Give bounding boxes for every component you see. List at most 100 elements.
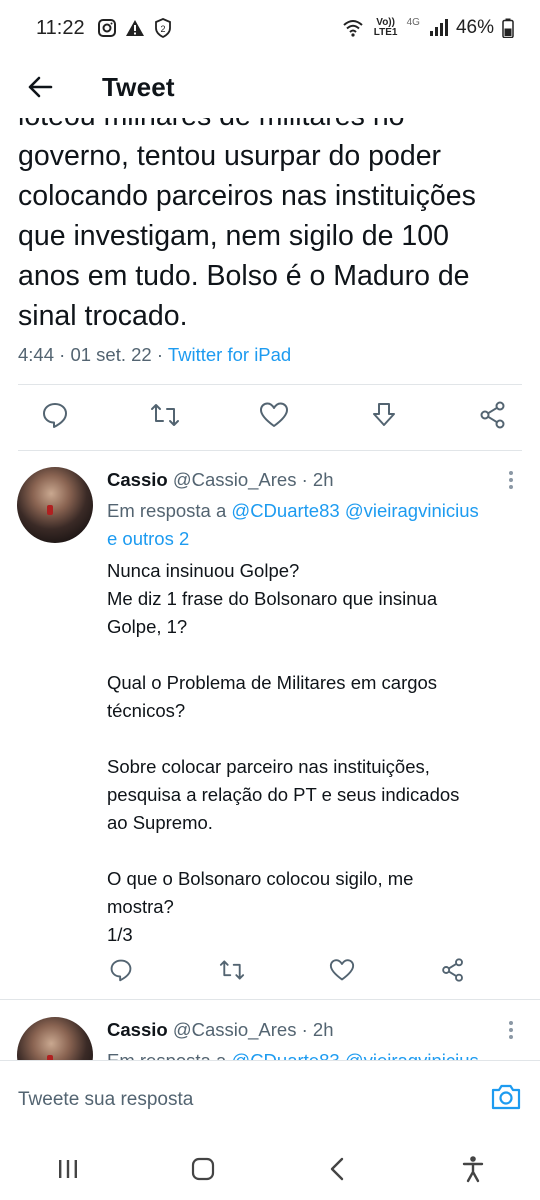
back-nav-button[interactable] (318, 1149, 358, 1189)
tweet-text-line: colocando parceiros nas instituições (18, 180, 476, 212)
reply-button[interactable] (38, 398, 72, 432)
home-icon (191, 1157, 214, 1181)
more-vertical-icon (509, 471, 513, 489)
tweet-text-line: anos em tudo. Bolso é o Maduro de (18, 260, 470, 292)
retweet-button[interactable] (218, 956, 246, 984)
more-options-button[interactable] (501, 467, 521, 493)
page-title: Tweet (102, 71, 175, 102)
avatar[interactable] (17, 1017, 93, 1060)
divider (0, 999, 540, 1000)
heart-icon (330, 959, 355, 981)
author-handle[interactable]: @Cassio_Ares (173, 1019, 297, 1040)
mention-link[interactable]: @CDuarte83 (231, 1050, 339, 1060)
accessibility-button[interactable] (453, 1149, 493, 1189)
tweet-date: 01 set. 22 (70, 344, 152, 365)
divider (18, 384, 522, 385)
reply-body: Nunca insinuou Golpe? Me diz 1 frase do … (107, 557, 527, 949)
retweet-button[interactable] (148, 398, 182, 432)
retweet-icon (150, 404, 179, 426)
retweet-icon (219, 960, 244, 980)
signal-bars-icon (429, 19, 448, 36)
heart-icon (260, 402, 288, 427)
like-button[interactable] (328, 956, 356, 984)
app-header: Tweet (0, 56, 540, 118)
home-button[interactable] (183, 1149, 223, 1189)
reply-actions (107, 956, 467, 984)
reply-text-line: ao Supremo. (107, 812, 213, 833)
recent-apps-icon (58, 1160, 77, 1178)
reply-text-line: Sobre colocar parceiro nas instituições, (107, 756, 430, 777)
reply-input[interactable] (18, 1088, 458, 1111)
share-icon (480, 401, 505, 429)
reply-text-line: 1/3 (107, 924, 133, 945)
system-navigation-bar (0, 1138, 540, 1200)
tweet-time: 4:44 (18, 344, 55, 365)
divider (18, 450, 522, 451)
camera-icon (491, 1084, 521, 1110)
status-time: 11:22 (36, 16, 85, 39)
comment-icon (110, 959, 132, 982)
svg-text:2: 2 (160, 24, 165, 34)
mention-link[interactable]: @vieiragvinicius (345, 500, 479, 521)
reply-text-line: Me diz 1 frase do Bolsonaro que insinua (107, 588, 438, 609)
reply-header: Cassio @Cassio_Ares · 2h (107, 1019, 334, 1040)
arrow-left-icon (28, 76, 53, 98)
main-tweet-actions (38, 398, 510, 432)
tweet-text-line: loteou milhares de militares no (18, 118, 528, 136)
avatar[interactable] (17, 467, 93, 543)
reply-to-line: Em resposta a @CDuarte83 @vieiragviniciu… (107, 1047, 479, 1060)
author-name[interactable]: Cassio (107, 469, 168, 490)
bookmark-download-button[interactable] (367, 398, 401, 432)
tweet-text-line: governo, tentou usurpar do poder (18, 140, 442, 172)
instagram-notification-icon (97, 19, 116, 37)
reply-compose-bar (0, 1060, 540, 1138)
reply-text-line (107, 837, 527, 865)
reply-text-line: Golpe, 1? (107, 616, 188, 637)
battery-percent: 46% (455, 17, 494, 38)
reply-text-line: pesquisa a relação do PT e seus indicado… (107, 784, 460, 805)
chevron-left-icon (330, 1157, 343, 1181)
reply-text-line (107, 725, 527, 753)
reply-button[interactable] (107, 956, 135, 984)
tweet-age: 2h (312, 469, 334, 490)
reply-to-prefix: Em resposta a (107, 1050, 226, 1060)
reply-to-prefix: Em resposta a (107, 500, 227, 521)
warning-icon (125, 20, 144, 36)
network-type: 4G (406, 16, 420, 28)
more-options-button[interactable] (501, 1017, 521, 1043)
tweet-text-line: sinal trocado. (18, 300, 188, 332)
mention-link[interactable]: @CDuarte83 (231, 500, 339, 521)
reply-to-others-link[interactable]: e outros 2 (107, 528, 189, 549)
battery-icon (502, 18, 514, 38)
shield-badge-icon: 2 (154, 18, 171, 38)
reply-header: Cassio @Cassio_Ares · 2h (107, 469, 334, 490)
accessibility-icon (462, 1156, 483, 1183)
recent-apps-button[interactable] (48, 1149, 88, 1189)
share-button[interactable] (476, 398, 510, 432)
tweet-text-line: que investigam, nem sigilo de 100 (18, 220, 449, 252)
share-icon (442, 958, 463, 982)
tweet-thread[interactable]: loteou milhares de militares no governo,… (0, 118, 540, 1060)
status-bar: 11:22 2 Vo)) LTE1 4G 46% (0, 0, 540, 56)
reply-to-line: Em resposta a @CDuarte83 @vieiragviniciu… (107, 497, 479, 553)
download-icon (372, 403, 395, 426)
more-vertical-icon (509, 1021, 513, 1039)
share-button[interactable] (439, 956, 467, 984)
reply-text-line: mostra? (107, 896, 174, 917)
reply-text-line: Nunca insinuou Golpe? (107, 560, 300, 581)
like-button[interactable] (257, 398, 291, 432)
author-name[interactable]: Cassio (107, 1019, 168, 1040)
main-tweet-text: loteou milhares de militares no governo,… (18, 118, 528, 336)
reply-text-line: técnicos? (107, 700, 186, 721)
reply-text-line (107, 641, 527, 669)
tweet-age: 2h (312, 1019, 334, 1040)
comment-icon (43, 403, 67, 428)
tweet-client-link[interactable]: Twitter for iPad (168, 344, 291, 365)
mention-link[interactable]: @vieiragvinicius (345, 1050, 479, 1060)
network-label: Vo)) LTE1 (373, 17, 398, 38)
camera-button[interactable] (490, 1081, 522, 1113)
author-handle[interactable]: @Cassio_Ares (173, 469, 297, 490)
tweet-meta: 4:44 · 01 set. 22 · Twitter for iPad (18, 344, 292, 365)
reply-text-line: O que o Bolsonaro colocou sigilo, me (107, 868, 414, 889)
back-button[interactable] (20, 67, 60, 107)
